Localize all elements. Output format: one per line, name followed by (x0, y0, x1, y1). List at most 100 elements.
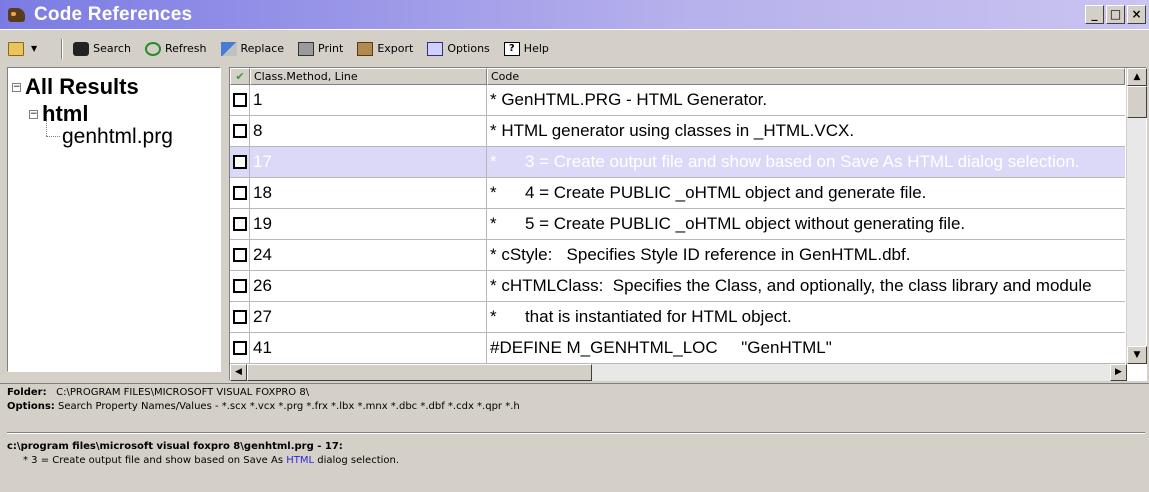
grid-body: 1 * GenHTML.PRG - HTML Generator. 8 * HTML … (230, 85, 1125, 364)
chevron-down-icon: ▼ (31, 44, 38, 53)
options-icon (427, 41, 444, 56)
close-button[interactable]: × (1127, 5, 1146, 24)
table-row[interactable]: 24 * cStyle: Specifies Style ID reference… (230, 240, 1125, 271)
scroll-thumb[interactable] (1127, 86, 1147, 118)
tree-node-html[interactable]: − html (29, 101, 88, 127)
tree-label-folder: html (42, 101, 89, 126)
refresh-button[interactable]: Refresh (144, 41, 207, 56)
table-row[interactable]: 1 * GenHTML.PRG - HTML Generator. (230, 85, 1125, 116)
refresh-icon (144, 41, 161, 56)
header-code[interactable]: Code (487, 68, 1125, 85)
row-check-cell (230, 302, 250, 332)
row-code-cell: * HTML generator using classes in _HTML.… (490, 121, 855, 140)
row-checkbox[interactable] (232, 248, 247, 262)
row-code-cell: * cStyle: Specifies Style ID reference i… (490, 245, 911, 264)
toolbar: ▼ Search Refresh Replace Print Export Op… (0, 29, 1149, 67)
replace-label: Replace (240, 42, 285, 55)
tree-node-genhtml[interactable]: genhtml.prg (62, 125, 173, 149)
row-checkbox[interactable] (232, 93, 247, 107)
options-label: Options (447, 42, 490, 55)
open-menu-button[interactable]: ▼ (8, 41, 47, 56)
tree-node-all-results[interactable]: − All Results (12, 74, 139, 100)
results-grid: ✔ Class.Method, Line Code 1 * GenHTML.PRG… (229, 67, 1147, 381)
row-code-cell: * GenHTML.PRG - HTML Generator. (490, 90, 768, 109)
header-class-method-line[interactable]: Class.Method, Line (250, 68, 487, 85)
export-icon (357, 41, 374, 56)
row-check-cell (230, 271, 250, 301)
window-title: Code References (34, 3, 193, 25)
row-line-cell: 24 (250, 240, 487, 270)
collapse-icon[interactable]: − (12, 82, 21, 92)
scroll-right-button[interactable]: ▶ (1110, 364, 1127, 381)
search-label: Search (93, 42, 131, 55)
table-row[interactable]: 18 * 4 = Create PUBLIC _oHTML object and … (230, 178, 1125, 209)
match-text-after: dialog selection. (314, 455, 400, 466)
table-row[interactable]: 26 * cHTMLClass: Specifies the Class, and… (230, 271, 1125, 302)
row-check-cell (230, 240, 250, 270)
search-button[interactable]: Search (73, 41, 131, 56)
refresh-label: Refresh (164, 42, 207, 55)
toolbar-separator (61, 38, 64, 59)
match-path: c:\program files\microsoft visual foxpro… (7, 441, 343, 452)
scroll-down-button[interactable]: ▼ (1127, 346, 1147, 364)
search-info: Folder: C:\PROGRAM FILES\MICROSOFT VISUA… (7, 386, 1145, 414)
print-button[interactable]: Print (298, 41, 344, 56)
scroll-left-button[interactable]: ◀ (230, 364, 247, 381)
row-line-cell: 17 (250, 147, 487, 177)
folder-label: Folder: (7, 387, 47, 398)
grid-header: ✔ Class.Method, Line Code (230, 68, 1125, 85)
help-button[interactable]: ? Help (503, 41, 549, 56)
help-label: Help (523, 42, 549, 55)
minimize-button[interactable]: _ (1085, 5, 1104, 24)
vertical-scrollbar[interactable]: ▲ ▼ (1126, 68, 1147, 364)
row-checkbox[interactable] (232, 341, 247, 355)
replace-icon (220, 41, 237, 56)
row-line-cell: 18 (250, 178, 487, 208)
match-text-before: * 3 = Create output file and show based … (23, 455, 287, 466)
row-line-cell: 26 (250, 271, 487, 301)
options-button[interactable]: Options (427, 41, 490, 56)
tree-label-root: All Results (25, 74, 139, 99)
match-keyword: HTML (286, 455, 315, 466)
collapse-icon[interactable]: − (29, 109, 38, 119)
options-value: Search Property Names/Values - *.scx *.v… (58, 401, 520, 412)
row-line-cell: 19 (250, 209, 487, 239)
divider (0, 383, 1149, 384)
row-line-cell: 8 (250, 116, 487, 146)
export-button[interactable]: Export (357, 41, 413, 56)
folder-open-icon (8, 41, 24, 56)
row-checkbox[interactable] (232, 155, 247, 169)
row-checkbox[interactable] (232, 310, 247, 324)
printer-icon (298, 41, 315, 56)
table-row[interactable]: 19 * 5 = Create PUBLIC _oHTML object with… (230, 209, 1125, 240)
row-checkbox[interactable] (232, 124, 247, 138)
maximize-button[interactable]: □ (1106, 5, 1125, 24)
replace-button[interactable]: Replace (220, 41, 285, 56)
table-row[interactable]: 8 * HTML generator using classes in _HTML… (230, 116, 1125, 147)
row-line-cell: 41 (250, 333, 487, 363)
table-row[interactable]: 27 * that is instantiated for HTML object… (230, 302, 1125, 333)
row-checkbox[interactable] (232, 279, 247, 293)
row-code-cell: * cHTMLClass: Specifies the Class, and o… (490, 276, 1092, 295)
binoculars-icon (73, 41, 90, 56)
title-bar: Code References _ □ × (0, 0, 1149, 29)
row-code-cell: #DEFINE M_GENHTML_LOC "GenHTML" (490, 338, 832, 357)
match-text: * 3 = Create output file and show based … (7, 454, 1145, 468)
horizontal-scrollbar[interactable]: ◀ ▶ (230, 364, 1127, 381)
results-tree[interactable]: − All Results − html genhtml.prg (7, 67, 221, 372)
divider (7, 432, 1145, 434)
row-checkbox[interactable] (232, 217, 247, 231)
scroll-up-button[interactable]: ▲ (1127, 68, 1147, 86)
header-check[interactable]: ✔ (230, 68, 250, 85)
row-check-cell (230, 116, 250, 146)
row-check-cell (230, 333, 250, 363)
row-line-cell: 1 (250, 85, 487, 115)
options-info-label: Options: (7, 401, 55, 412)
row-checkbox[interactable] (232, 186, 247, 200)
table-row[interactable]: 41 #DEFINE M_GENHTML_LOC "GenHTML" (230, 333, 1125, 364)
table-row[interactable]: 17 * 3 = Create output file and show base… (230, 147, 1125, 178)
help-icon: ? (503, 41, 520, 56)
print-label: Print (318, 42, 344, 55)
hscroll-thumb[interactable] (247, 364, 592, 381)
row-check-cell (230, 85, 250, 115)
